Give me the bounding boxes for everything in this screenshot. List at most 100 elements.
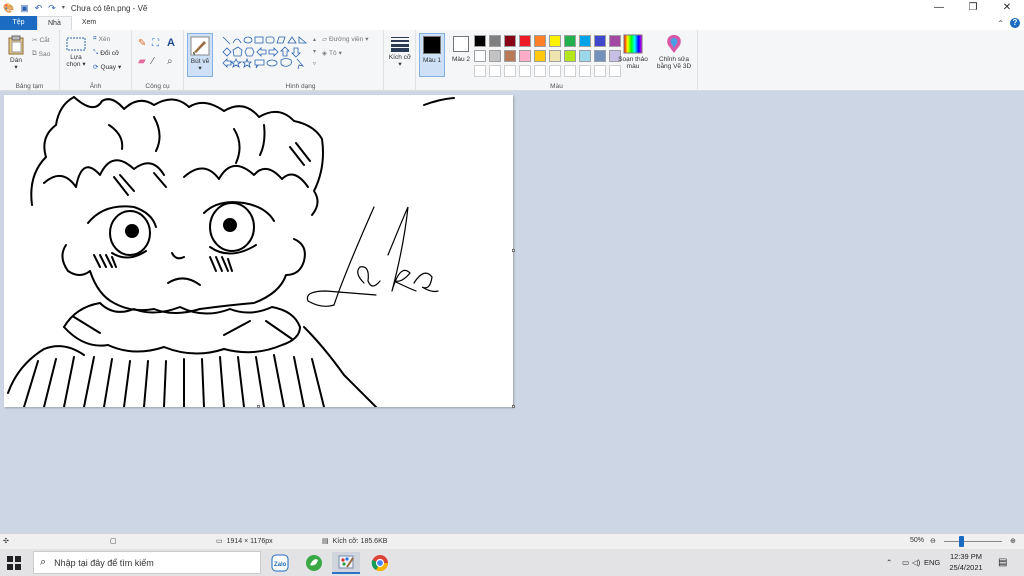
copy-icon: ⧉ bbox=[32, 50, 37, 57]
custom-color-slot[interactable] bbox=[534, 65, 546, 77]
group-shapes: ▴ ▾ ▿ ▱ Đường viền ▾ ◈ Tô ▾ Hình dạng bbox=[218, 30, 384, 91]
edit-colors-button[interactable]: Soạn thảo màu bbox=[616, 34, 650, 70]
collapse-ribbon-icon[interactable]: ⌃ bbox=[997, 19, 1004, 28]
pencil-icon[interactable]: ✎ bbox=[138, 39, 146, 49]
select-button[interactable]: Lựa chọn ▾ bbox=[63, 36, 89, 68]
palette-color-swatch[interactable] bbox=[594, 50, 606, 62]
fill-button[interactable]: ◈ Tô ▾ bbox=[322, 49, 342, 58]
palette-color-swatch[interactable] bbox=[519, 35, 531, 47]
palette-color-swatch[interactable] bbox=[564, 50, 576, 62]
custom-color-slot[interactable] bbox=[549, 65, 561, 77]
search-placeholder: Nhập tại đây để tìm kiếm bbox=[54, 557, 154, 568]
volume-icon[interactable]: ◁) bbox=[912, 549, 920, 576]
resize-handle-corner[interactable] bbox=[512, 405, 515, 408]
palette-color-swatch[interactable] bbox=[564, 35, 576, 47]
palette-color-swatch[interactable] bbox=[519, 50, 531, 62]
palette-color-swatch[interactable] bbox=[504, 35, 516, 47]
text-tool-icon[interactable]: A bbox=[167, 38, 175, 49]
palette-color-swatch[interactable] bbox=[534, 35, 546, 47]
palette-color-swatch[interactable] bbox=[489, 50, 501, 62]
file-size: ▤ Kích cỡ: 185.6KB bbox=[322, 537, 388, 546]
custom-color-slot[interactable] bbox=[519, 65, 531, 77]
custom-color-slot[interactable] bbox=[594, 65, 606, 77]
group-clipboard: Dán ▾ ✂ Cắt ⧉ Sao Bảng tạm bbox=[0, 30, 60, 91]
shapes-gallery[interactable] bbox=[221, 35, 319, 69]
custom-color-slot[interactable] bbox=[504, 65, 516, 77]
taskbar-app-zalo[interactable]: Zalo bbox=[266, 552, 294, 574]
zoom-slider-thumb[interactable] bbox=[959, 536, 964, 547]
network-icon[interactable]: ▭ bbox=[902, 549, 909, 576]
custom-color-slot[interactable] bbox=[489, 65, 501, 77]
palette-color-swatch[interactable] bbox=[549, 50, 561, 62]
taskbar-search-box[interactable]: ⌕ Nhập tại đây để tìm kiếm bbox=[33, 551, 261, 574]
shapes-more-icon[interactable]: ▿ bbox=[313, 60, 316, 67]
help-icon[interactable]: ? bbox=[1010, 18, 1020, 28]
line-width-icon bbox=[391, 37, 409, 52]
crop-button[interactable]: ⌗ Xén bbox=[93, 35, 110, 43]
eraser-icon[interactable]: ▰ bbox=[138, 57, 146, 67]
minimize-button[interactable]: — bbox=[922, 0, 956, 16]
show-hidden-icons[interactable]: ⌃ bbox=[886, 549, 892, 576]
custom-color-slot[interactable] bbox=[579, 65, 591, 77]
palette-color-swatch[interactable] bbox=[504, 50, 516, 62]
paste-button[interactable]: Dán ▾ bbox=[4, 35, 28, 71]
customize-quick-access-icon[interactable]: ▾ bbox=[62, 3, 65, 13]
outline-icon: ▱ bbox=[322, 36, 327, 43]
size-button[interactable]: Kích cỡ ▾ bbox=[387, 36, 413, 68]
magnifier-icon[interactable]: ⌕ bbox=[167, 57, 173, 67]
zalo-icon: Zalo bbox=[271, 554, 289, 572]
windows-start-icon[interactable] bbox=[6, 555, 22, 571]
drawing-canvas[interactable]: Laka bbox=[4, 95, 513, 407]
palette-color-swatch[interactable] bbox=[489, 35, 501, 47]
maximize-button[interactable]: ❐ bbox=[956, 0, 990, 16]
tab-home[interactable]: Nhà bbox=[37, 16, 72, 30]
undo-icon[interactable]: ↶ bbox=[35, 3, 43, 13]
edit-with-paint3d-button[interactable]: Chỉnh sửa bằng Vẽ 3D bbox=[652, 34, 696, 70]
palette-color-swatch[interactable] bbox=[594, 35, 606, 47]
taskbar-app-green[interactable] bbox=[300, 552, 328, 574]
resize-handle-bottom[interactable] bbox=[257, 405, 260, 408]
redo-icon[interactable]: ↷ bbox=[48, 3, 56, 13]
zoom-level: 50% bbox=[910, 537, 925, 544]
cut-button[interactable]: ✂ Cắt bbox=[32, 36, 50, 45]
palette-color-swatch[interactable] bbox=[579, 50, 591, 62]
color1-swatch bbox=[423, 36, 441, 54]
rotate-button[interactable]: ⟳ Quay ▾ bbox=[93, 63, 121, 72]
taskbar-app-chrome[interactable] bbox=[366, 552, 394, 574]
palette-color-swatch[interactable] bbox=[474, 50, 486, 62]
resize-button[interactable]: ⤡ Đổi cỡ bbox=[93, 49, 119, 57]
selection-rectangle-icon bbox=[66, 37, 86, 51]
resize-handle-right[interactable] bbox=[512, 249, 515, 252]
custom-color-slot[interactable] bbox=[564, 65, 576, 77]
shapes-scroll-up-icon[interactable]: ▴ bbox=[313, 36, 316, 43]
brushes-button[interactable]: Bút vẽ ▾ bbox=[187, 33, 213, 77]
language-indicator[interactable]: ENG bbox=[924, 549, 940, 576]
palette-color-swatch[interactable] bbox=[534, 50, 546, 62]
color-picker-icon[interactable]: ⁄ bbox=[152, 57, 154, 67]
color2-button[interactable]: Màu 2 bbox=[448, 33, 474, 77]
tab-file[interactable]: Tệp bbox=[0, 16, 37, 30]
zoom-out-button[interactable]: ⊖ bbox=[930, 537, 936, 545]
brush-icon bbox=[190, 36, 210, 56]
save-icon[interactable]: ▣ bbox=[20, 3, 29, 13]
close-button[interactable]: ✕ bbox=[990, 0, 1024, 16]
custom-color-slot[interactable] bbox=[474, 65, 486, 77]
taskbar: ⌕ Nhập tại đây để tìm kiếm Zalo ⌃ ▭ ◁) E… bbox=[0, 549, 1024, 576]
palette-color-swatch[interactable] bbox=[549, 35, 561, 47]
fill-bucket-icon[interactable]: ⛶ bbox=[152, 39, 159, 49]
copy-button[interactable]: ⧉ Sao bbox=[32, 50, 50, 58]
color1-button[interactable]: Màu 1 bbox=[419, 33, 445, 77]
shapes-scroll-down-icon[interactable]: ▾ bbox=[313, 48, 316, 55]
clock[interactable]: 12:39 PM 25/4/2021 bbox=[944, 551, 988, 573]
palette-color-swatch[interactable] bbox=[474, 35, 486, 47]
zoom-slider-track[interactable] bbox=[944, 541, 1002, 542]
outline-button[interactable]: ▱ Đường viền ▾ bbox=[322, 35, 369, 44]
clipboard-icon bbox=[8, 35, 24, 55]
group-colors: Màu 1 Màu 2 Soạn thảo màu Chỉnh sửa bằng… bbox=[416, 30, 698, 91]
tab-view[interactable]: Xem bbox=[72, 16, 106, 30]
palette-color-swatch[interactable] bbox=[579, 35, 591, 47]
notifications-icon[interactable]: ▤ bbox=[998, 549, 1007, 576]
zoom-in-button[interactable]: ⊕ bbox=[1010, 537, 1016, 545]
rotate-icon: ⟳ bbox=[93, 64, 99, 71]
taskbar-app-paint[interactable] bbox=[332, 552, 360, 574]
